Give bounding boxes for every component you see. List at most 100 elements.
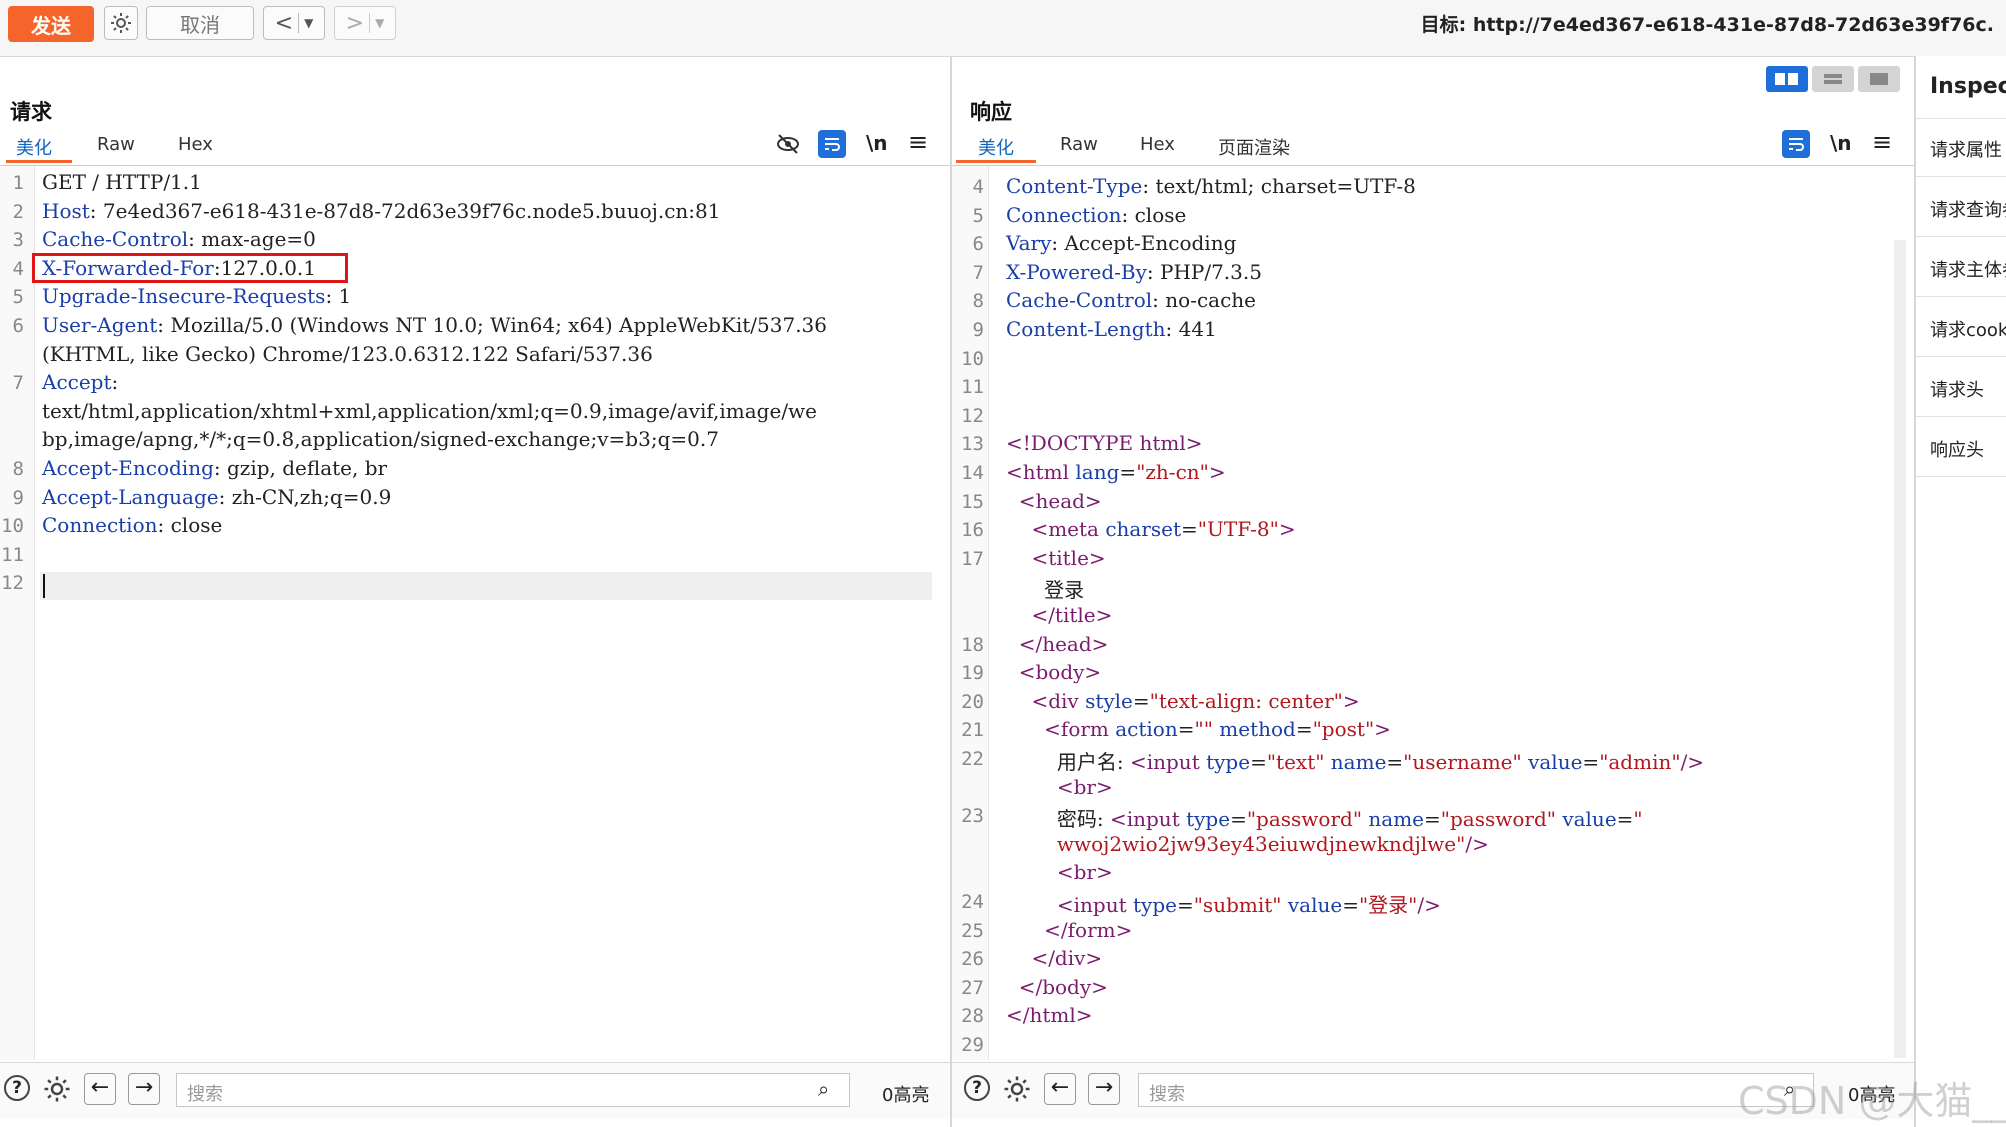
- response-tab-hex[interactable]: Hex: [1140, 134, 1175, 155]
- code-line: Cache-Control: max-age=0: [42, 227, 316, 251]
- code-token: User-Agent: [42, 313, 158, 337]
- code-token: >: [1342, 688, 1360, 713]
- arrow-right-icon[interactable]: →: [1088, 1073, 1120, 1105]
- code-token: :127.0.0.1: [213, 255, 317, 280]
- code-token: "submit": [1193, 893, 1288, 917]
- request-search-input[interactable]: 搜索: [176, 1073, 850, 1107]
- send-button[interactable]: 发送: [8, 6, 94, 42]
- code-token: Cache-Control: [42, 227, 189, 252]
- code-token: ": [1633, 807, 1643, 832]
- chevron-down-icon: ▼: [304, 16, 314, 30]
- code-line: Content-Type: text/html; charset=UTF-8: [1006, 174, 1416, 198]
- code-token: lang: [1075, 460, 1120, 484]
- inspector-item-cookies[interactable]: 请求cook: [1930, 316, 2006, 342]
- inspector-item-query-params[interactable]: 请求查询参: [1930, 196, 2006, 222]
- code-line: <!DOCTYPE html>: [1006, 431, 1203, 455]
- line-number: 7: [972, 261, 984, 284]
- layout-single-button[interactable]: [1858, 66, 1900, 92]
- line-number: 9: [12, 486, 24, 509]
- code-token: charset: [1105, 517, 1182, 542]
- code-line: <meta charset="UTF-8">: [1006, 517, 1295, 542]
- request-tab-underline: [6, 160, 72, 163]
- gear-icon[interactable]: [42, 1074, 72, 1108]
- top-toolbar: 发送 取消 < ▼ > ▼ 目标: http://7e4ed367-e618-4…: [0, 0, 2006, 57]
- inspector-item-request-attributes[interactable]: 请求属性: [1930, 136, 2002, 162]
- line-number: 12: [961, 404, 984, 427]
- line-number: 19: [961, 662, 984, 685]
- response-divider: [952, 165, 1914, 166]
- code-token: "password": [1440, 807, 1563, 832]
- watermark: CSDN @大猫__: [1738, 1079, 2006, 1123]
- inspector-item-body-params[interactable]: 请求主体参: [1930, 256, 2006, 282]
- response-scrollbar[interactable]: [1894, 240, 1906, 1058]
- code-token: "UTF-8": [1197, 517, 1279, 542]
- request-tab-hex[interactable]: Hex: [178, 134, 213, 155]
- arrow-right-icon[interactable]: →: [128, 1073, 160, 1105]
- code-token: Accept-Encoding: [42, 456, 214, 480]
- line-number: 3: [12, 229, 24, 252]
- code-token: </head>: [1018, 631, 1109, 656]
- response-tab-render[interactable]: 页面渲染: [1218, 134, 1290, 160]
- code-token: >: [1374, 717, 1391, 742]
- code-token: : close: [157, 513, 223, 538]
- code-token: "post": [1312, 717, 1375, 742]
- history-back-button[interactable]: < ▼: [263, 6, 325, 40]
- code-token: =: [1177, 717, 1195, 742]
- cancel-button[interactable]: 取消: [146, 6, 254, 40]
- gear-icon[interactable]: [1002, 1074, 1032, 1108]
- code-token: <meta: [1031, 517, 1106, 542]
- inspector-item-response-headers[interactable]: 响应头: [1930, 436, 1984, 462]
- code-token: action: [1115, 717, 1178, 742]
- code-token: Host: [42, 198, 90, 223]
- line-number: 24: [961, 891, 984, 913]
- code-token: "admin": [1599, 750, 1681, 774]
- target-url[interactable]: 目标: http://7e4ed367-e618-431e-87d8-72d63…: [1421, 10, 1994, 37]
- code-token: Accept-Language: [42, 484, 219, 509]
- wrap-lines-icon[interactable]: [1782, 130, 1810, 158]
- code-token: "username": [1403, 750, 1529, 774]
- menu-icon[interactable]: ≡: [908, 128, 928, 156]
- wrap-lines-icon[interactable]: [818, 130, 846, 158]
- code-line: <title>: [1006, 546, 1105, 570]
- arrow-left-icon[interactable]: ←: [1044, 1073, 1076, 1105]
- request-tab-pretty[interactable]: 美化: [16, 134, 52, 160]
- code-token: Content-Length: [1006, 317, 1166, 341]
- menu-icon[interactable]: ≡: [1872, 128, 1892, 156]
- layout-stack-button[interactable]: [1812, 66, 1854, 92]
- code-token: <br>: [1056, 860, 1113, 885]
- code-token: 密码:: [1006, 807, 1110, 832]
- code-line: <head>: [1006, 489, 1102, 513]
- line-number: 4: [972, 176, 984, 198]
- request-title: 请求: [10, 100, 52, 124]
- request-search-bar: ? ← → 搜索 ⌕ 0高亮: [0, 1062, 950, 1119]
- newline-toggle-icon[interactable]: \n: [1830, 131, 1852, 155]
- response-tab-pretty[interactable]: 美化: [978, 134, 1014, 160]
- code-line: <form action="" method="post">: [1006, 717, 1391, 741]
- line-number: 11: [1, 543, 24, 566]
- help-icon[interactable]: ?: [4, 1075, 30, 1101]
- history-forward-button[interactable]: > ▼: [334, 6, 396, 40]
- settings-button[interactable]: [104, 6, 138, 40]
- newline-toggle-icon[interactable]: \n: [866, 131, 888, 155]
- inspector-item-request-headers[interactable]: 请求头: [1930, 376, 1984, 402]
- layout-split-button[interactable]: [1766, 66, 1808, 92]
- code-line: Upgrade-Insecure-Requests: 1: [42, 284, 351, 308]
- hide-icon[interactable]: [774, 130, 802, 158]
- line-number: 5: [972, 204, 984, 227]
- code-line: <input type="submit" value="登录"/>: [1006, 889, 1441, 918]
- request-tab-raw[interactable]: Raw: [97, 134, 135, 155]
- code-token: "登录": [1358, 893, 1418, 917]
- response-search-input[interactable]: 搜索: [1138, 1073, 1814, 1107]
- response-tab-raw[interactable]: Raw: [1060, 134, 1098, 155]
- code-line: 密码: <input type="password" name="passwor…: [1006, 803, 1643, 832]
- code-token: bp,image/apng,*/*;q=0.8,application/sign…: [42, 427, 719, 452]
- code-token: X-Forwarded-For: [42, 255, 214, 280]
- line-number: 16: [961, 519, 984, 542]
- line-number: 20: [961, 690, 984, 713]
- arrow-left-icon[interactable]: ←: [84, 1073, 116, 1105]
- code-token: <input: [1129, 750, 1207, 774]
- help-icon[interactable]: ?: [964, 1075, 990, 1101]
- code-line: X-Forwarded-For:127.0.0.1: [42, 256, 316, 280]
